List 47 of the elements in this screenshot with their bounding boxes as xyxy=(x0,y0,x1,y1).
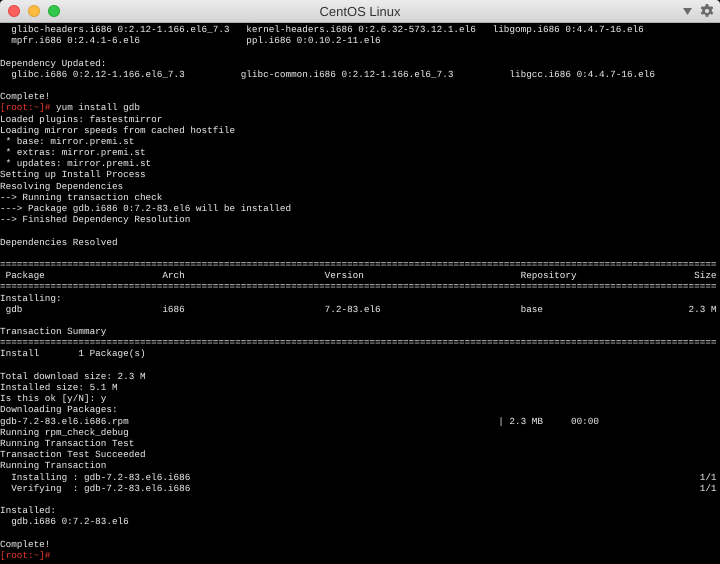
terminal-line: mpfr.i686 0:2.4.1-6.el6 ppl.i686 0:0.10.2-11.el6 xyxy=(10,35,381,46)
terminal-line: Verifying : gdb-7.2-83.el6.i686 1/1 xyxy=(10,482,717,494)
terminal-line: Running rpm_check_debug xyxy=(0,426,129,438)
terminal-line: Package Arch Version Repository Size xyxy=(4,270,717,282)
dropdown-triangle-icon[interactable] xyxy=(683,8,692,14)
separator-line: ================================================================================================================================ xyxy=(0,337,717,348)
terminal-line: Transaction Summary xyxy=(0,326,106,338)
terminal-line: Installed: xyxy=(0,505,56,516)
terminal-line: --> Running transaction check xyxy=(0,192,162,203)
terminal-line: Loading mirror speeds from cached hostfile xyxy=(0,124,236,136)
close-button[interactable] xyxy=(8,5,20,17)
terminal-line: Complete! xyxy=(0,538,50,550)
terminal-line: Complete! xyxy=(0,91,50,102)
terminal-line: gdb i686 7.2-83.el6 base 2.3 M xyxy=(4,304,717,315)
terminal-line: gdb-7.2-83.el6.i686.rpm | 2.3 MB 00:00 xyxy=(0,416,599,427)
terminal-line: * base: mirror.premi.st xyxy=(4,136,134,147)
terminal-line: gdb.i686 0:7.2-83.el6 xyxy=(10,516,129,528)
separator-line: ================================================================================================================================ xyxy=(0,258,717,270)
terminal-line: Transaction Test Succeeded xyxy=(0,449,146,460)
terminal-line: Downloading Packages: xyxy=(0,404,118,416)
window-title: CentOS Linux xyxy=(320,4,400,18)
terminal-line: Installing : gdb-7.2-83.el6.i686 1/1 xyxy=(10,472,717,482)
command-text: yum install gdb xyxy=(56,102,140,114)
settings-icon[interactable] xyxy=(700,4,714,18)
terminal-line: * extras: mirror.premi.st xyxy=(4,147,146,158)
zoom-button[interactable] xyxy=(48,5,60,17)
terminal-line: Installed size: 5.1 M xyxy=(0,382,118,393)
terminal-line: Total download size: 2.3 M xyxy=(0,370,146,382)
terminal-line: Dependencies Resolved xyxy=(0,236,118,248)
prompt: [root:~]# xyxy=(0,102,50,114)
separator-line: ================================================================================================================================ xyxy=(0,281,717,292)
terminal-line: Resolving Dependencies xyxy=(0,180,124,192)
terminal-line: Running Transaction xyxy=(0,460,106,472)
terminal-line: ---> Package gdb.i686 0:7.2-83.el6 will be installed xyxy=(0,203,292,214)
terminal-line: Installing: xyxy=(0,292,62,304)
terminal-line: Install 1 Package(s) xyxy=(0,348,146,360)
terminal-line: glibc-headers.i686 0:2.12-1.166.el6_7.3 kernel-headers.i686 0:2.6.32-573.12.1.el6 libgomp.i686 0:4.4.7-16.el6 xyxy=(10,24,644,35)
terminal-line: Dependency Updated: xyxy=(0,58,106,69)
terminal-line: Setting up Install Process xyxy=(0,169,146,180)
terminal-line: Running Transaction Test xyxy=(0,438,134,449)
minimize-button[interactable] xyxy=(28,5,40,17)
terminal-line: Loaded plugins: fastestmirror xyxy=(0,114,162,124)
prompt: [root:~]# xyxy=(0,550,50,561)
terminal-line: --> Finished Dependency Resolution xyxy=(0,214,190,226)
terminal-line: Is this ok [y/N]: y xyxy=(0,393,106,404)
terminal-line: * updates: mirror.premi.st xyxy=(4,158,152,170)
terminal-line: glibc.i686 0:2.12-1.166.el6_7.3 glibc-common.i686 0:2.12-1.166.el6_7.3 libgcc.i686 0:4.4.7-16.el6 xyxy=(10,68,655,80)
